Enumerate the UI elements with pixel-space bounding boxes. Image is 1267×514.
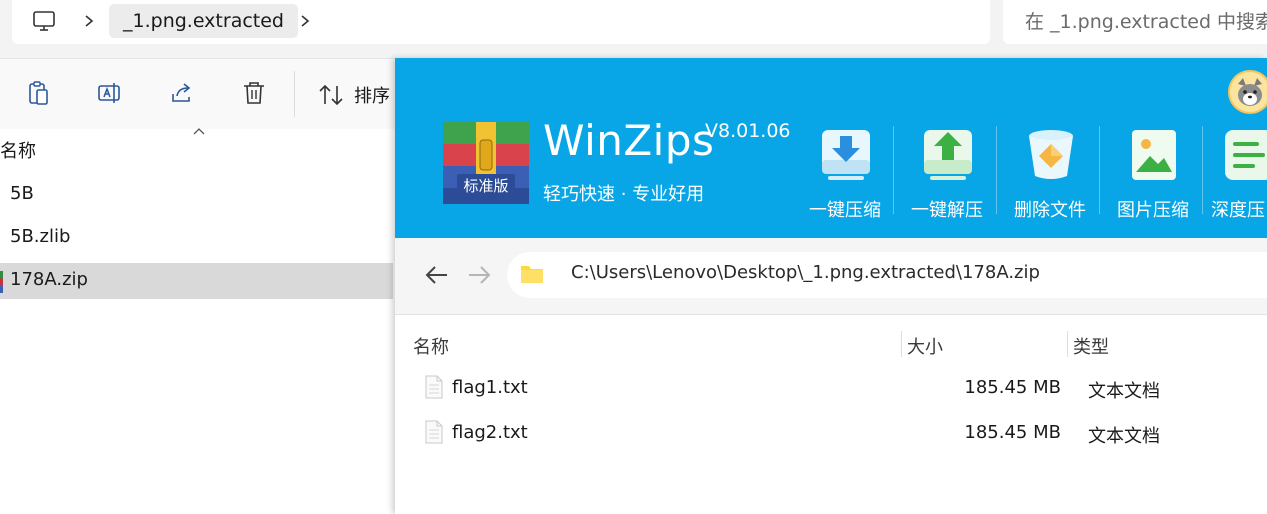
file-name: 5B.zlib xyxy=(10,226,71,247)
breadcrumb-current-folder[interactable]: _1.png.extracted xyxy=(109,4,298,38)
one-click-extract-button[interactable]: 一键解压 xyxy=(902,126,992,226)
archive-file-type: 文本文档 xyxy=(1088,381,1160,402)
file-name: 178A.zip xyxy=(10,269,88,290)
folder-icon xyxy=(521,266,543,283)
sort-ascending-caret-icon xyxy=(193,128,205,135)
column-header-type[interactable]: 类型 xyxy=(1073,333,1109,359)
archive-path-bar[interactable]: C:\Users\Lenovo\Desktop\_1.png.extracted… xyxy=(507,252,1267,298)
delete-file-icon xyxy=(1029,130,1073,179)
zip-archive-icon xyxy=(0,271,3,293)
deep-compress-icon xyxy=(1225,130,1267,180)
archive-file-size: 185.45 MB xyxy=(964,422,1061,443)
back-arrow-icon[interactable] xyxy=(423,262,451,288)
column-header-name[interactable]: 名称 xyxy=(0,137,36,163)
column-divider[interactable] xyxy=(901,331,902,357)
one-click-compress-button[interactable]: 一键压缩 xyxy=(800,126,890,226)
column-header-name[interactable]: 名称 xyxy=(413,333,449,359)
tool-divider xyxy=(893,126,894,214)
app-title: WinZips xyxy=(543,116,715,165)
file-name: 5B xyxy=(10,183,34,204)
forward-arrow-icon[interactable] xyxy=(465,262,493,288)
explorer-toolbar: 排序 xyxy=(0,58,395,130)
archive-file-type: 文本文档 xyxy=(1088,426,1160,447)
file-row[interactable]: 5B.zlib xyxy=(0,220,393,256)
this-pc-icon[interactable] xyxy=(32,9,56,33)
tool-divider xyxy=(1099,126,1100,214)
app-version: V8.01.06 xyxy=(705,120,791,142)
winzips-header: 标准版 WinZips V8.01.06 轻巧快速 · 专业好用 一键压缩 一键… xyxy=(395,58,1267,238)
archive-file-row[interactable]: flag1.txt 185.45 MB 文本文档 xyxy=(395,367,1267,411)
archive-file-row[interactable]: flag2.txt 185.45 MB 文本文档 xyxy=(395,412,1267,456)
tool-divider xyxy=(996,126,997,214)
image-compress-button[interactable]: 图片压缩 xyxy=(1108,126,1198,226)
file-row[interactable]: 5B xyxy=(0,177,393,213)
toolbar-divider xyxy=(294,71,295,117)
archive-file-name: flag2.txt xyxy=(452,422,528,443)
rename-icon[interactable] xyxy=(96,79,124,107)
explorer-file-list: 名称 5B 5B.zlib 178A.zip xyxy=(0,128,395,514)
chevron-right-icon[interactable] xyxy=(82,10,96,32)
user-avatar[interactable] xyxy=(1228,70,1267,114)
text-file-icon xyxy=(425,375,443,399)
trash-icon[interactable] xyxy=(240,79,268,107)
archive-path-text: C:\Users\Lenovo\Desktop\_1.png.extracted… xyxy=(571,262,1040,283)
extract-icon xyxy=(924,130,972,180)
winzips-navigation-bar: C:\Users\Lenovo\Desktop\_1.png.extracted… xyxy=(395,238,1267,315)
chevron-right-icon[interactable] xyxy=(298,10,312,32)
tool-divider xyxy=(1202,126,1203,214)
winzips-window: 标准版 WinZips V8.01.06 轻巧快速 · 专业好用 一键压缩 一键… xyxy=(395,58,1267,514)
archive-file-name: flag1.txt xyxy=(452,377,528,398)
search-input[interactable]: 在 _1.png.extracted 中搜索 xyxy=(1003,0,1267,44)
text-file-icon xyxy=(425,420,443,444)
column-divider[interactable] xyxy=(1067,331,1068,357)
image-compress-icon xyxy=(1132,130,1176,180)
sort-button[interactable]: 排序 xyxy=(354,82,390,108)
winzips-logo-icon: 标准版 xyxy=(443,122,529,204)
compress-icon xyxy=(822,130,870,180)
sort-icon[interactable] xyxy=(318,83,344,107)
app-slogan: 轻巧快速 · 专业好用 xyxy=(543,184,705,205)
column-header-size[interactable]: 大小 xyxy=(907,333,943,359)
paste-icon[interactable] xyxy=(24,79,52,107)
explorer-address-strip: _1.png.extracted 在 _1.png.extracted 中搜索 xyxy=(0,0,1267,58)
delete-file-button[interactable]: 删除文件 xyxy=(1005,126,1095,226)
svg-text:标准版: 标准版 xyxy=(463,177,508,195)
archive-file-list: 名称 大小 类型 flag1.txt 185.45 MB 文本文档 flag2.… xyxy=(395,315,1267,514)
share-icon[interactable] xyxy=(168,79,196,107)
deep-compress-button[interactable]: 深度压 xyxy=(1211,126,1267,226)
file-row-selected[interactable]: 178A.zip xyxy=(0,263,393,299)
archive-file-size: 185.45 MB xyxy=(964,377,1061,398)
